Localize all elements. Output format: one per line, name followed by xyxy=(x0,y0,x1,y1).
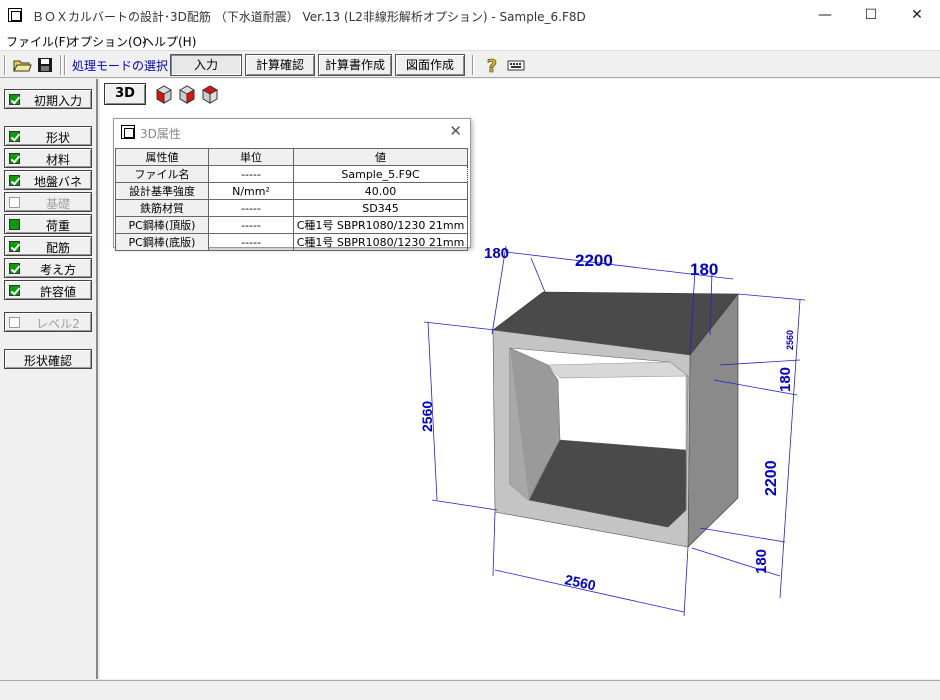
unchecked-icon xyxy=(9,317,20,328)
attribute-value: C種1号 SBPR1080/1230 21mm xyxy=(293,233,468,251)
table-header-row: 属性値 単位 値 xyxy=(115,148,468,166)
attribute-name: PC鋼棒(頂版) xyxy=(115,216,209,234)
attribute-unit: ----- xyxy=(208,216,294,234)
svg-text:?: ? xyxy=(487,56,497,75)
table-row: PC鋼棒(底版) ----- C種1号 SBPR1080/1230 21mm xyxy=(115,233,468,251)
3d-attribute-dialog: 3D属性 ✕ 属性値 単位 値 ファイル名 ----- Sample_5.F9C… xyxy=(113,118,471,251)
toolbar: 処理モードの選択 入力 計算確認 計算書作成 図面作成 ? xyxy=(0,50,940,78)
checked-icon xyxy=(9,175,20,186)
maximize-button[interactable]: ☐ xyxy=(848,0,894,30)
mode-calc-check-button[interactable]: 計算確認 xyxy=(245,54,315,76)
dim-right-mid: 2200 xyxy=(763,460,780,496)
dialog-close-button[interactable]: ✕ xyxy=(449,122,462,140)
app-icon xyxy=(8,8,22,22)
checked-icon xyxy=(9,94,20,105)
sidebar-item-allowable[interactable]: 許容値 xyxy=(4,280,92,300)
table-row: ファイル名 ----- Sample_5.F9C xyxy=(115,165,468,183)
checked-icon xyxy=(9,263,20,274)
toolbar-grip xyxy=(4,55,6,75)
dim-small-right: 2560 xyxy=(785,330,795,350)
dialog-app-icon xyxy=(121,125,135,139)
sidebar-item-shape-check[interactable]: 形状確認 xyxy=(4,349,92,369)
table-row: 設計基準強度 N/mm² 40.00 xyxy=(115,182,468,200)
save-icon[interactable] xyxy=(35,55,55,75)
dim-top-left: 180 xyxy=(484,245,509,262)
sidebar-item-material[interactable]: 材料 xyxy=(4,148,92,168)
column-header: 値 xyxy=(293,148,468,166)
checked-icon xyxy=(9,285,20,296)
sidebar-item-shape[interactable]: 形状 xyxy=(4,126,92,146)
status-bar xyxy=(0,680,940,700)
dim-height-left: 2560 xyxy=(419,401,435,432)
sidebar-item-level2: レベル2 xyxy=(4,312,92,332)
left-panel: 初期入力 形状 材料 地盤バネ 基礎 荷重 配筋 考え方 許容値 レベル2 形状… xyxy=(0,79,98,679)
dim-right-top: 180 xyxy=(777,367,794,392)
attribute-name: PC鋼棒(底版) xyxy=(115,233,209,251)
table-row: PC鋼棒(頂版) ----- C種1号 SBPR1080/1230 21mm xyxy=(115,216,468,234)
mode-input-button[interactable]: 入力 xyxy=(170,54,242,76)
status-green-icon xyxy=(9,219,20,230)
close-button[interactable]: ✕ xyxy=(894,0,940,30)
table-row: 鉄筋材質 ----- SD345 xyxy=(115,199,468,217)
attribute-name: 鉄筋材質 xyxy=(115,199,209,217)
mode-drawing-button[interactable]: 図面作成 xyxy=(395,54,465,76)
sidebar-item-rebar[interactable]: 配筋 xyxy=(4,236,92,256)
window-title: ＢＯＸカルバートの設計･3D配筋 （下水道耐震） Ver.13 (L2非線形解析… xyxy=(32,10,586,24)
column-header: 単位 xyxy=(208,148,294,166)
mode-report-button[interactable]: 計算書作成 xyxy=(318,54,392,76)
sidebar-item-initial-input[interactable]: 初期入力 xyxy=(4,89,92,109)
attribute-value: Sample_5.F9C xyxy=(293,165,468,183)
dim-bottom-width: 2560 xyxy=(563,571,597,593)
attribute-value: C種1号 SBPR1080/1230 21mm xyxy=(293,216,468,234)
minimize-button[interactable]: — xyxy=(802,0,848,30)
keyboard-icon[interactable] xyxy=(506,55,526,75)
sidebar-item-foundation: 基礎 xyxy=(4,192,92,212)
attribute-name: 設計基準強度 xyxy=(115,182,209,200)
dim-top-width: 2200 xyxy=(575,251,613,270)
menu-bar: ファイル(F) オプション(O) ヘルプ(H) xyxy=(0,30,940,50)
attribute-unit: ----- xyxy=(208,165,294,183)
sidebar-item-ground-spring[interactable]: 地盤バネ xyxy=(4,170,92,190)
dialog-title-bar[interactable]: 3D属性 ✕ xyxy=(114,119,470,145)
attribute-unit: ----- xyxy=(208,199,294,217)
attribute-value: SD345 xyxy=(293,199,468,217)
title-bar: ＢＯＸカルバートの設計･3D配筋 （下水道耐震） Ver.13 (L2非線形解析… xyxy=(0,0,940,30)
menu-help[interactable]: ヘルプ(H) xyxy=(142,33,196,50)
open-folder-icon[interactable] xyxy=(12,55,32,75)
attribute-unit: N/mm² xyxy=(208,182,294,200)
checked-icon xyxy=(9,153,20,164)
menu-options[interactable]: オプション(O) xyxy=(68,33,147,50)
dim-top-right: 180 xyxy=(690,260,718,279)
column-header: 属性値 xyxy=(115,148,209,166)
checked-icon xyxy=(9,241,20,252)
help-icon[interactable]: ? xyxy=(482,55,502,75)
unchecked-icon xyxy=(9,197,20,208)
dialog-title: 3D属性 xyxy=(140,127,181,141)
attribute-unit: ----- xyxy=(208,233,294,251)
mode-select-label: 処理モードの選択 xyxy=(72,59,169,73)
checked-icon xyxy=(9,131,20,142)
menu-file[interactable]: ファイル(F) xyxy=(6,33,70,50)
sidebar-item-load[interactable]: 荷重 xyxy=(4,214,92,234)
attribute-value: 40.00 xyxy=(293,182,468,200)
attribute-name: ファイル名 xyxy=(115,165,209,183)
attribute-table: 属性値 単位 値 ファイル名 ----- Sample_5.F9C 設計基準強度… xyxy=(115,148,468,251)
sidebar-item-approach[interactable]: 考え方 xyxy=(4,258,92,278)
dim-right-bottom: 180 xyxy=(753,549,770,574)
